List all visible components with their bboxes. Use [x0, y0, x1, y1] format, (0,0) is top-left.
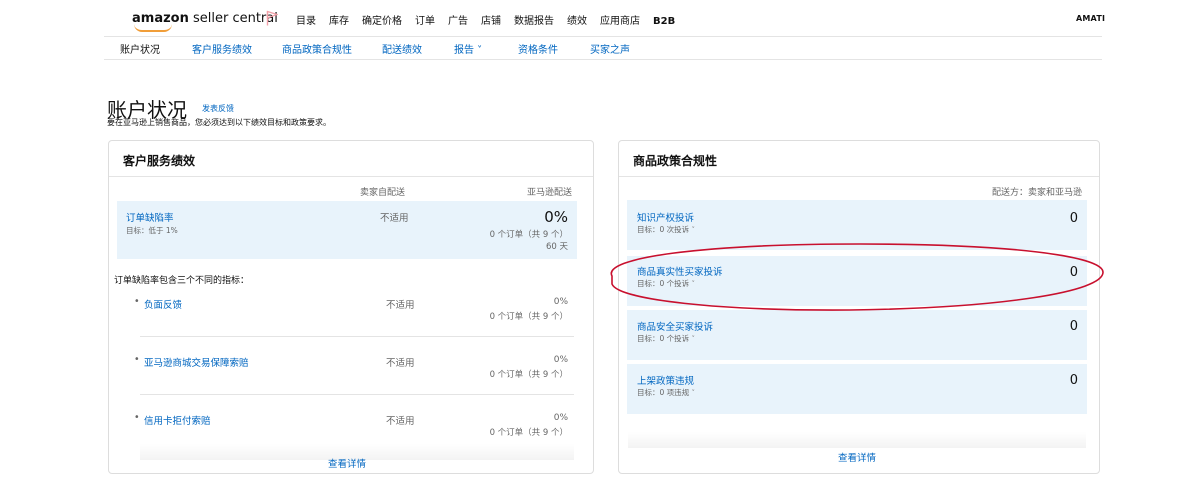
nav-pricing[interactable]: 确定价格: [362, 16, 402, 27]
ip-complaints-value: 0: [1069, 211, 1078, 226]
safety-complaints-link[interactable]: 商品安全买家投诉: [637, 319, 713, 333]
odr-link[interactable]: 订单缺陷率: [126, 210, 174, 224]
flag-icon[interactable]: [266, 10, 278, 26]
chevron-down-icon[interactable]: ˅: [692, 335, 696, 343]
subnav-eligibility[interactable]: 资格条件: [518, 41, 558, 56]
bullet-icon: •: [134, 354, 140, 365]
safety-complaints-target: 目标：0 个投诉 ˅: [637, 334, 696, 343]
nav-reports[interactable]: 数据报告: [514, 16, 554, 27]
nav-orders[interactable]: 订单: [415, 16, 435, 27]
panel-header: 商品政策合规性: [619, 141, 1099, 177]
divider: [140, 394, 574, 395]
authenticity-complaints-target: 目标：0 个投诉 ˅: [637, 279, 696, 288]
main-nav: 目录 库存 确定价格 订单 广告 店铺 数据报告 绩效 应用商店 B2B: [296, 12, 688, 27]
a-to-z-claims-amazon-orders: 0 个订单（共 9 个）: [489, 370, 568, 380]
listing-violations-value: 0: [1069, 373, 1078, 388]
odr-seller-value: 不适用: [380, 213, 409, 224]
chargeback-claims-amazon-orders: 0 个订单（共 9 个）: [489, 428, 568, 438]
user-account-name[interactable]: AMATI: [1076, 14, 1105, 23]
listing-violations-target: 目标：0 项违规 ˅: [637, 388, 696, 397]
policy-row: [627, 200, 1087, 250]
subnav-reports[interactable]: 报告 ˅: [454, 41, 482, 56]
top-bar: amazon seller central 目录 库存 确定价格 订单 广告 店铺 数据报告…: [0, 0, 1200, 36]
feedback-link[interactable]: 发表反馈: [202, 103, 234, 114]
nav-stores[interactable]: 店铺: [481, 16, 501, 27]
panel-title: 客户服务绩效: [123, 154, 196, 168]
subnav-account-health[interactable]: 账户状况: [120, 41, 160, 56]
odr-target: 目标：低于 1%: [126, 226, 178, 235]
chevron-down-icon[interactable]: ˅: [692, 226, 696, 234]
ip-complaints-target: 目标：0 次投诉 ˅: [637, 225, 696, 234]
authenticity-complaints-link[interactable]: 商品真实性买家投诉: [637, 264, 723, 278]
nav-inventory[interactable]: 库存: [329, 16, 349, 27]
nav-advertising[interactable]: 广告: [448, 16, 468, 27]
negative-feedback-amazon-orders: 0 个订单（共 9 个）: [489, 312, 568, 322]
nav-appstore[interactable]: 应用商店: [600, 16, 640, 27]
bullet-icon: •: [134, 412, 140, 423]
product-policy-details-link[interactable]: 查看详情: [810, 450, 904, 464]
chevron-down-icon[interactable]: ˅: [692, 389, 696, 397]
odr-amazon-value: 0%: [544, 208, 568, 226]
odr-amazon-orders: 0 个订单（共 9 个）: [489, 230, 568, 240]
column-header-amazon: 亚马逊配送: [526, 188, 572, 198]
negative-feedback-link[interactable]: 负面反馈: [144, 297, 182, 311]
subnav-product-policy[interactable]: 商品政策合规性: [282, 41, 352, 56]
nav-performance[interactable]: 绩效: [567, 16, 587, 27]
odr-amazon-period: 60 天: [545, 242, 568, 252]
ip-complaints-link[interactable]: 知识产权投诉: [637, 210, 694, 224]
subnav-customer-service[interactable]: 客户服务绩效: [192, 41, 252, 56]
a-to-z-claims-link[interactable]: 亚马逊商城交易保障索赔: [144, 355, 249, 369]
chevron-down-icon[interactable]: ˅: [692, 280, 696, 288]
a-to-z-claims-amazon-value: 0%: [553, 355, 568, 365]
sub-nav: 账户状况 客户服务绩效 商品政策合规性 配送绩效 报告 ˅ 资格条件 买家之声: [104, 36, 1102, 60]
subnav-shipping-performance[interactable]: 配送绩效: [382, 41, 422, 56]
negative-feedback-seller-value: 不适用: [386, 300, 415, 311]
panel-header: 客户服务绩效: [109, 141, 593, 177]
panel-title: 商品政策合规性: [633, 154, 718, 168]
authenticity-complaints-value: 0: [1069, 265, 1078, 280]
policy-row: [627, 310, 1087, 360]
scroll-fade: [628, 432, 1086, 448]
column-header-seller: 卖家自配送: [360, 188, 406, 198]
customer-service-details-link[interactable]: 查看详情: [300, 456, 394, 470]
intro-text: 要在亚马逊上销售商品，您必须达到以下绩效目标和政策要求。: [107, 118, 331, 127]
subnav-voice-of-customer[interactable]: 买家之声: [590, 41, 630, 56]
odr-description: 订单缺陷率包含三个不同的指标：: [114, 276, 250, 286]
policy-row: [627, 364, 1087, 414]
divider: [140, 336, 574, 337]
nav-b2b[interactable]: B2B: [653, 16, 675, 27]
shipped-by-label: 配送方：卖家和亚马逊: [991, 188, 1082, 198]
negative-feedback-amazon-value: 0%: [553, 297, 568, 307]
logo-smile-icon: [134, 24, 172, 32]
chargeback-claims-seller-value: 不适用: [386, 416, 415, 427]
nav-catalog[interactable]: 目录: [296, 16, 316, 27]
chargeback-claims-amazon-value: 0%: [553, 413, 568, 423]
a-to-z-claims-seller-value: 不适用: [386, 358, 415, 369]
listing-violations-link[interactable]: 上架政策违规: [637, 373, 694, 387]
chargeback-claims-link[interactable]: 信用卡拒付索赔: [144, 413, 211, 427]
safety-complaints-value: 0: [1069, 319, 1078, 334]
bullet-icon: •: [134, 296, 140, 307]
